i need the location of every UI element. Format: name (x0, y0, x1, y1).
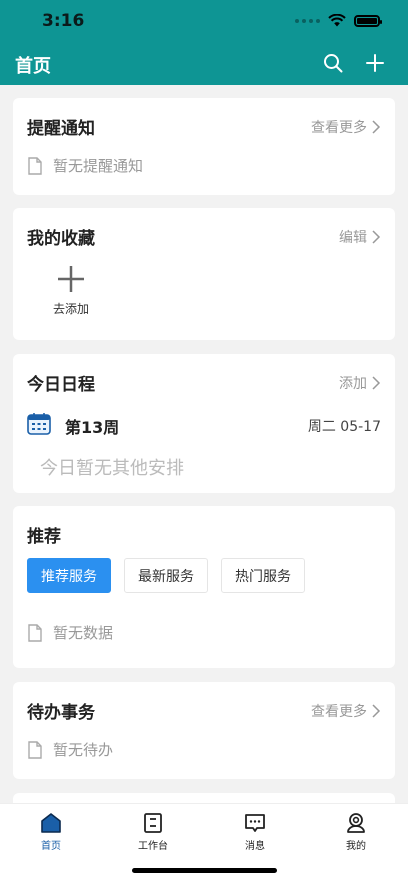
reminders-more-label: 查看更多 (311, 120, 367, 136)
week-row: 第13周 周二 05-17 (27, 412, 381, 438)
home-icon (41, 813, 61, 833)
recommend-card: 推荐 推荐服务 最新服务 热门服务 暂无数据 (13, 506, 395, 668)
tab-workbench[interactable]: 工作台 (123, 812, 183, 852)
wifi-icon (328, 14, 346, 27)
tab-profile[interactable]: 我的 (326, 812, 386, 852)
document-icon (28, 740, 42, 759)
chevron-right-icon (372, 376, 381, 390)
favorites-edit-label: 编辑 (339, 230, 367, 246)
chevron-right-icon (372, 230, 381, 244)
page-title: 首页 (15, 56, 51, 77)
reminders-more-link[interactable]: 查看更多 (311, 117, 381, 137)
reminders-title: 提醒通知 (27, 119, 95, 139)
tab-profile-label: 我的 (346, 841, 366, 852)
nav-bar: 首页 (0, 44, 408, 85)
document-icon (28, 623, 42, 642)
tab-home[interactable]: 首页 (21, 812, 81, 852)
battery-icon (354, 14, 382, 27)
todo-title: 待办事务 (27, 703, 95, 723)
status-bar: 3:16 (0, 0, 408, 44)
status-time: 3:16 (42, 11, 85, 31)
schedule-add-label: 添加 (339, 376, 367, 392)
todo-empty: 暂无待办 (27, 739, 113, 760)
plus-icon[interactable] (364, 52, 386, 74)
week-number: 第13周 (65, 418, 120, 437)
todo-empty-text: 暂无待办 (53, 741, 114, 759)
reminders-empty-text: 暂无提醒通知 (53, 157, 144, 175)
add-favorite-button[interactable]: 去添加 (43, 264, 99, 317)
plus-icon (58, 266, 84, 292)
reminders-empty: 暂无提醒通知 (27, 155, 143, 176)
schedule-date: 周二 05-17 (307, 419, 381, 435)
chevron-right-icon (372, 120, 381, 134)
tab-latest-services[interactable]: 最新服务 (124, 558, 208, 593)
tab-messages[interactable]: 消息 (225, 812, 285, 852)
favorites-card: 我的收藏 编辑 去添加 (13, 208, 395, 340)
signal-icon (295, 18, 320, 23)
workbench-icon (144, 813, 162, 833)
document-icon (28, 156, 42, 175)
schedule-card: 今日日程 添加 第13周 周二 05-17 今日暂无其他安排 (13, 354, 395, 493)
tab-recommended-services[interactable]: 推荐服务 (27, 558, 111, 593)
schedule-add-link[interactable]: 添加 (339, 373, 381, 393)
tab-popular-services[interactable]: 热门服务 (221, 558, 305, 593)
todo-card: 待办事务 查看更多 暂无待办 (13, 682, 395, 779)
recommend-tabs: 推荐服务 最新服务 热门服务 (27, 558, 305, 593)
reminders-card: 提醒通知 查看更多 暂无提醒通知 (13, 98, 395, 195)
tab-home-label: 首页 (41, 841, 61, 852)
favorites-title: 我的收藏 (27, 229, 95, 249)
favorites-edit-link[interactable]: 编辑 (339, 227, 381, 247)
todo-more-label: 查看更多 (311, 704, 367, 720)
schedule-title: 今日日程 (27, 375, 95, 395)
calendar-icon (27, 413, 51, 435)
add-favorite-label: 去添加 (52, 302, 89, 316)
message-icon (245, 814, 265, 832)
profile-icon (347, 813, 365, 833)
chevron-right-icon (372, 704, 381, 718)
recommend-empty: 暂无数据 (27, 622, 113, 643)
search-icon[interactable] (322, 52, 344, 74)
recommend-title: 推荐 (27, 527, 61, 547)
recommend-empty-text: 暂无数据 (53, 624, 114, 642)
tab-workbench-label: 工作台 (138, 841, 168, 852)
home-indicator (132, 868, 277, 873)
tab-messages-label: 消息 (245, 841, 265, 852)
schedule-empty-text: 今日暂无其他安排 (40, 458, 184, 479)
todo-more-link[interactable]: 查看更多 (311, 701, 381, 721)
status-indicators (295, 14, 382, 27)
